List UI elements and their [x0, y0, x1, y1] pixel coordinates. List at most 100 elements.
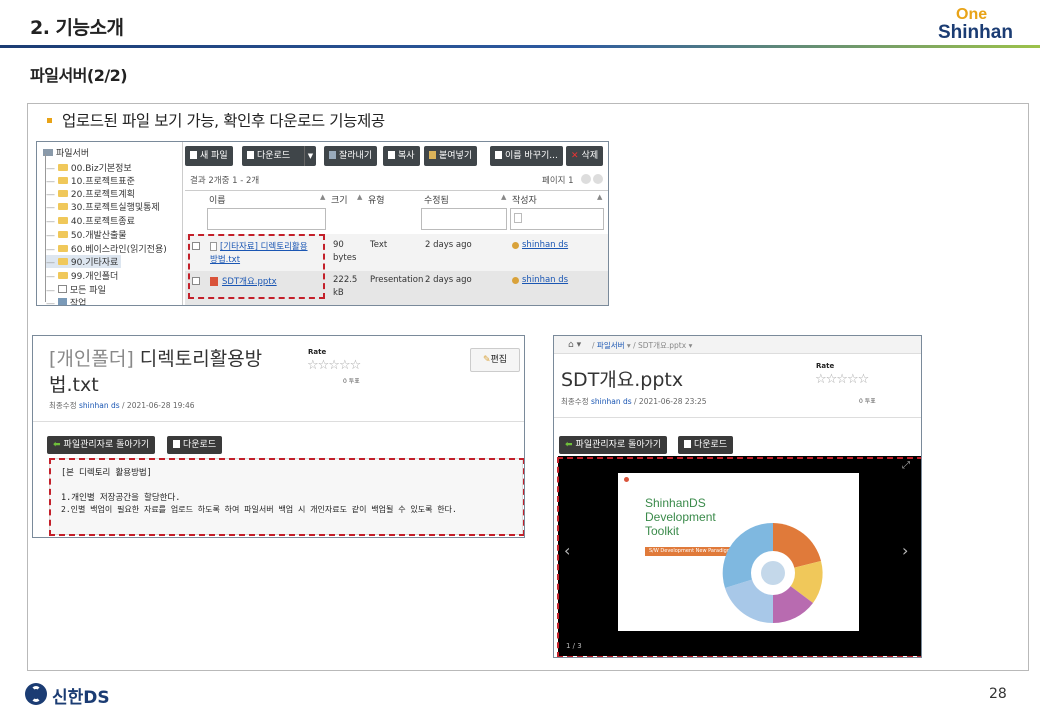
text-view-screenshot: [개인폴더] 디렉토리활용방 법.txt Rate ☆☆☆☆☆ 0 투표 ✎편집… — [32, 335, 525, 538]
tree-item[interactable]: — 40.프로젝트종료 — [46, 214, 135, 227]
file-size: 222.5 — [333, 275, 358, 285]
section-subtitle: 파일서버(2/2) — [30, 66, 128, 85]
folder-icon — [57, 258, 68, 265]
file-icon — [684, 440, 691, 448]
cut-button[interactable]: 잘라내기 — [324, 146, 378, 166]
file-icon — [247, 151, 254, 159]
prev-page-icon[interactable] — [581, 174, 591, 184]
shinhan-logo-icon — [25, 683, 47, 705]
doc-title: [개인폴더] 디렉토리활용방 — [49, 348, 263, 370]
tree-item[interactable]: — 99.개인폴더 — [46, 269, 118, 282]
tree-item[interactable]: — 30.프로젝트실행및통제 — [46, 200, 160, 213]
doc-title-cont: 법.txt — [49, 374, 99, 396]
rename-button[interactable]: 이름 바꾸기... — [490, 146, 563, 166]
file-icon — [173, 440, 180, 448]
col-author[interactable]: 작성자 — [512, 193, 537, 206]
file-size-unit: kB — [333, 288, 344, 298]
download-button[interactable]: 다운로드 — [678, 436, 734, 454]
breadcrumb: / 파일서버 ▾ / SDT개요.pptx ▾ — [592, 341, 693, 350]
star-rating[interactable]: ☆☆☆☆☆ — [307, 358, 361, 373]
col-modified[interactable]: 수정됨 — [424, 193, 449, 206]
filter-modified-input[interactable] — [421, 208, 507, 230]
sort-icon[interactable]: ▲ — [597, 193, 602, 201]
doc-meta: 최종수정 shinhan ds / 2021-06-28 19:46 — [49, 401, 195, 410]
work-icon — [57, 298, 67, 305]
col-name[interactable]: 이름 — [209, 193, 226, 206]
page-indicator: 페이지 1 — [542, 176, 574, 186]
filter-author-input[interactable] — [510, 208, 604, 230]
paste-icon — [429, 151, 436, 159]
pptx-title: SDT개요.pptx — [561, 369, 684, 391]
star-rating[interactable]: ☆☆☆☆☆ — [815, 372, 869, 387]
breadcrumb-item[interactable]: 파일서버 — [597, 341, 625, 350]
file-type: Text — [370, 240, 388, 250]
page-title: 2. 기능소개 — [30, 17, 124, 39]
filter-name-input[interactable] — [207, 208, 326, 230]
file-modified: 2 days ago — [425, 275, 472, 285]
footer-logo-text: 신한DS — [52, 688, 110, 708]
sort-icon[interactable]: ▲ — [320, 193, 325, 201]
pptx-view-screenshot: ⌂ ▾ / 파일서버 ▾ / SDT개요.pptx ▾ SDT개요.pptx R… — [553, 335, 922, 658]
vote-count: 0 투표 — [343, 378, 360, 385]
close-icon: ✕ — [571, 151, 579, 161]
file-size-unit: bytes — [333, 253, 357, 263]
copy-button[interactable]: 복사 — [383, 146, 420, 166]
page-number: 28 — [989, 686, 1007, 702]
header-divider — [0, 45, 1040, 48]
tree-root[interactable]: 파일서버 — [43, 146, 89, 159]
tree-item[interactable]: — 50.개발산출물 — [46, 228, 127, 241]
sort-icon[interactable]: ▲ — [501, 193, 506, 201]
sort-icon[interactable]: ▲ — [357, 193, 362, 201]
folder-icon — [57, 217, 68, 224]
paste-button[interactable]: 붙여넣기 — [424, 146, 478, 166]
back-to-filemanager-button[interactable]: ⬅ 파일관리자로 돌아가기 — [47, 436, 156, 454]
tree-item[interactable]: — 20.프로젝트계획 — [46, 187, 135, 200]
rate-label: Rate — [816, 362, 835, 370]
download-button[interactable]: 다운로드 — [167, 436, 223, 454]
folder-icon — [57, 190, 68, 197]
user-filter-icon — [514, 213, 522, 223]
folder-icon — [57, 245, 68, 252]
author-link[interactable]: shinhan ds — [522, 240, 568, 250]
edit-button[interactable]: ✎편집 — [470, 348, 520, 372]
file-size: 90 — [333, 240, 344, 250]
copy-icon — [388, 151, 395, 159]
chevron-down-icon: ▼ — [304, 146, 316, 166]
home-icon[interactable]: ⌂ ▾ — [568, 340, 581, 350]
user-icon — [512, 242, 519, 249]
folder-tree: 파일서버 — 00.Biz기본정보 — 10.프로젝트표준 — 20.프로젝트계… — [37, 142, 183, 305]
new-file-button[interactable]: 새 파일 — [185, 146, 233, 166]
user-icon — [512, 277, 519, 284]
delete-button[interactable]: ✕ 삭제 — [566, 146, 604, 166]
breadcrumb-item[interactable]: SDT개요.pptx — [638, 341, 686, 350]
author-link[interactable]: shinhan ds — [522, 275, 568, 285]
rename-icon — [495, 151, 502, 159]
tree-item[interactable]: — 작업 — [46, 296, 86, 305]
highlight-box — [557, 457, 921, 657]
arrow-left-icon: ⬅ — [565, 440, 573, 450]
files-icon — [57, 285, 67, 293]
file-modified: 2 days ago — [425, 240, 472, 250]
tree-item-selected[interactable]: — 90.기타자료 — [46, 255, 122, 268]
bullet-marker — [47, 118, 52, 123]
highlight-box — [188, 234, 325, 299]
tree-item[interactable]: — 60.베이스라인(읽기전용) — [46, 242, 167, 255]
folder-icon — [57, 272, 68, 279]
arrow-left-icon: ⬅ — [53, 440, 61, 450]
next-page-icon[interactable] — [593, 174, 603, 184]
bullet-text: 업로드된 파일 보기 가능, 확인후 다운로드 기능제공 — [62, 112, 385, 130]
tree-item[interactable]: — 00.Biz기본정보 — [46, 161, 132, 174]
folder-icon — [57, 177, 68, 184]
tree-item[interactable]: — 10.프로젝트표준 — [46, 174, 135, 187]
folder-icon — [57, 231, 68, 238]
col-type[interactable]: 유형 — [368, 193, 385, 206]
logo-shinhan-text: Shinhan — [938, 22, 1013, 43]
highlight-box — [49, 458, 524, 536]
download-button[interactable]: 다운로드 ▼ — [242, 146, 316, 166]
file-type: Presentation — [370, 275, 424, 285]
tree-item[interactable]: — 모든 파일 — [46, 283, 106, 296]
col-size[interactable]: 크기 — [331, 193, 348, 206]
rate-label: Rate — [308, 348, 327, 356]
back-to-filemanager-button[interactable]: ⬅ 파일관리자로 돌아가기 — [559, 436, 668, 454]
result-count: 결과 2개중 1 - 2개 — [190, 176, 260, 186]
